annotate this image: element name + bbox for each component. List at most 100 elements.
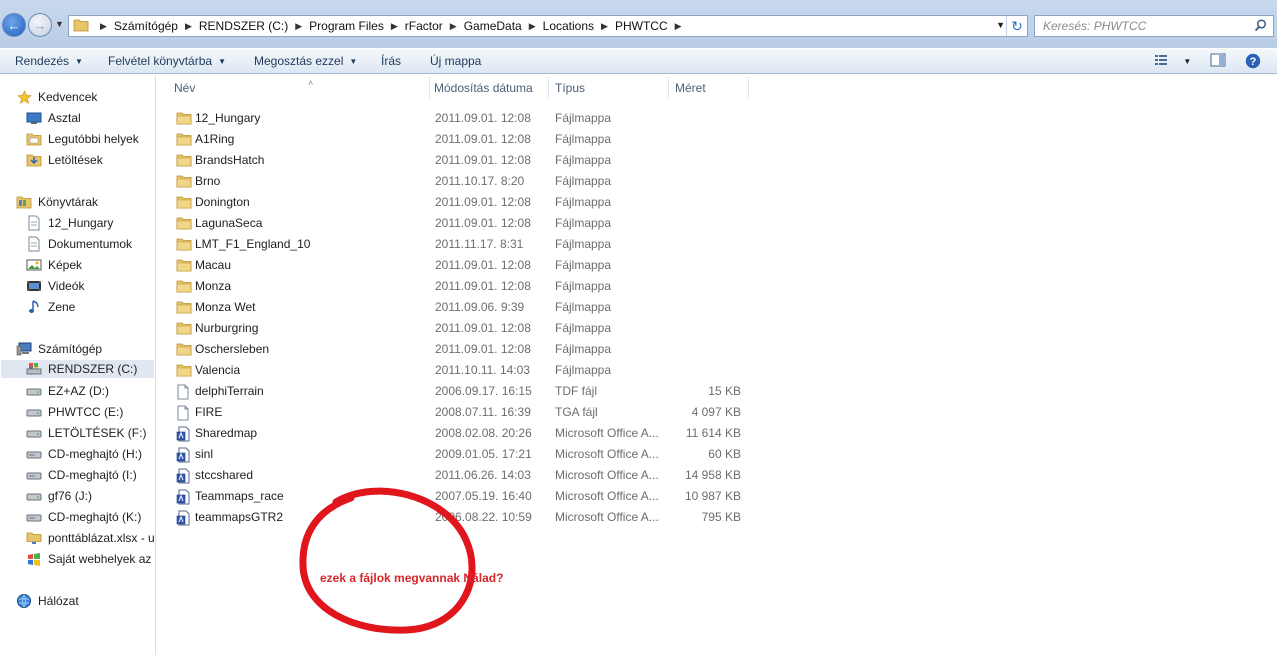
sidebar-item-label: LETÖLTÉSEK (F:) [48,426,147,440]
address-bar[interactable]: ▶ Számítógép ▶ RENDSZER (C:) ▶ Program F… [68,15,1028,37]
file-date: 2011.09.06. 9:39 [435,300,525,314]
file-name: A1Ring [195,132,235,146]
sidebar-item-drive-k[interactable]: CD-meghajtó (K:) [26,508,141,526]
column-divider[interactable] [548,77,549,99]
breadcrumb-item[interactable]: RENDSZER (C:) [199,19,288,33]
file-row[interactable]: FIRE 2008.07.11. 16:39 TGA fájl 4 097 KB [174,402,749,423]
file-row[interactable]: Nurburgring 2011.09.01. 12:08 Fájlmappa [174,318,749,339]
file-row[interactable]: delphiTerrain 2006.09.17. 16:15 TDF fájl 15… [174,381,749,402]
file-name: Sharedmap [195,426,258,440]
column-divider[interactable] [748,77,749,99]
help-icon: ? [1245,53,1261,72]
refresh-button[interactable]: ↻ [1006,16,1027,36]
burn-button[interactable]: Írás [381,54,401,68]
sidebar-item-label: Kedvencek [38,90,98,104]
file-row[interactable]: stccshared 2011.06.26. 14:03 Microsoft Off… [174,465,749,486]
sidebar-libraries[interactable]: Könyvtárak [16,193,98,211]
file-row[interactable]: Valencia 2011.10.11. 14:03 Fájlmappa [174,360,749,381]
file-row[interactable]: Teammaps_race 2007.05.19. 16:40 Microsoft … [174,486,749,507]
file-row[interactable]: Oschersleben 2011.09.01. 12:08 Fájlmappa [174,339,749,360]
file-row[interactable]: Monza 2011.09.01. 12:08 Fájlmappa [174,276,749,297]
file-row[interactable]: LagunaSeca 2011.09.01. 12:08 Fájlmappa [174,213,749,234]
file-type: Fájlmappa [555,237,612,251]
sidebar-favorites[interactable]: Kedvencek [16,88,97,106]
sidebar-item-videos[interactable]: Videók [26,277,84,295]
sidebar-item-drive-d[interactable]: EZ+AZ (D:) [26,382,109,400]
sidebar-item-downloads[interactable]: Letöltések [26,151,103,169]
view-options-button[interactable]: ▼ [1154,53,1191,70]
sidebar-item-drive-h[interactable]: CD-meghajtó (H:) [26,445,142,463]
cd-drive-icon [26,509,42,525]
chevron-right-icon[interactable]: ▶ [450,21,457,32]
breadcrumb-item[interactable]: rFactor [405,19,443,33]
sidebar-item-music[interactable]: Zene [26,298,75,316]
file-row[interactable]: 12_Hungary 2011.09.01. 12:08 Fájlmappa [174,108,749,129]
sidebar-item-12-hungary[interactable]: 12_Hungary [26,214,113,232]
chevron-right-icon[interactable]: ▶ [529,21,536,32]
chevron-right-icon[interactable]: ▶ [185,21,192,32]
arrow-right-icon: → [33,17,47,33]
breadcrumb-item[interactable]: Számítógép [114,19,178,33]
sidebar-item-drive-j[interactable]: gf76 (J:) [26,487,92,505]
breadcrumb-item[interactable]: Program Files [309,19,384,33]
folder-icon [176,216,192,233]
sidebar-item-label: CD-meghajtó (H:) [48,447,143,461]
search-icon[interactable] [1254,19,1267,35]
help-button[interactable]: ? [1245,53,1261,72]
sidebar-item-drive-c[interactable]: RENDSZER (C:) [1,360,154,378]
chevron-right-icon[interactable]: ▶ [675,21,682,32]
sidebar-item-drive-i[interactable]: CD-meghajtó (I:) [26,466,137,484]
file-size: 11 614 KB [685,426,741,440]
chevron-right-icon[interactable]: ▶ [601,21,608,32]
sidebar-item-desktop[interactable]: Asztal [26,109,81,127]
chevron-right-icon[interactable]: ▶ [100,21,107,32]
sidebar-item-drive-e[interactable]: PHWTCC (E:) [26,403,123,421]
column-divider[interactable] [668,77,669,99]
chevron-right-icon[interactable]: ▶ [295,21,302,32]
column-header-name[interactable]: Név ˄ [170,78,430,99]
file-row[interactable]: teammapsGTR2 2006.08.22. 10:59 Microsoft O… [174,507,749,528]
include-in-library-menu[interactable]: Felvétel könyvtárba ▼ [108,54,226,68]
sidebar-item-documents[interactable]: Dokumentumok [26,235,132,253]
folder-icon [176,363,192,380]
column-header-size[interactable]: Méret [671,81,749,99]
search-placeholder[interactable]: Keresés: PHWTCC [1043,19,1146,33]
folder-icon [73,18,89,35]
file-type: TDF fájl [555,384,597,398]
file-row[interactable]: LMT_F1_England_10 2011.11.17. 8:31 Fájlmap… [174,234,749,255]
sidebar-item-pictures[interactable]: Képek [26,256,82,274]
forward-button[interactable]: → [28,13,52,37]
sidebar-item-drive-f[interactable]: LETÖLTÉSEK (F:) [26,424,146,442]
breadcrumb-item[interactable]: PHWTCC [615,19,668,33]
breadcrumb-item[interactable]: Locations [543,19,594,33]
sidebar-network[interactable]: Hálózat [16,592,79,610]
sidebar-item-recent-places[interactable]: Legutóbbi helyek [26,130,139,148]
recent-pages-dropdown[interactable]: ▼ [55,19,64,29]
file-name: Donington [195,195,250,209]
chevron-right-icon[interactable]: ▶ [391,21,398,32]
sidebar-computer[interactable]: Számítógép [16,340,102,358]
file-type: Microsoft Office A... [555,510,659,524]
file-row[interactable]: Macau 2011.09.01. 12:08 Fájlmappa [174,255,749,276]
sidebar-item-web-sites[interactable]: Saját webhelyek az M [26,550,155,568]
file-row[interactable]: Brno 2011.10.17. 8:20 Fájlmappa [174,171,749,192]
back-button[interactable]: ← [2,13,26,37]
organize-menu[interactable]: Rendezés ▼ [15,54,83,68]
preview-pane-button[interactable] [1210,53,1226,70]
file-row[interactable]: Sharedmap 2008.02.08. 20:26 Microsoft Offi… [174,423,749,444]
file-size: 795 KB [701,510,741,524]
file-name: LMT_F1_England_10 [195,237,311,251]
file-row[interactable]: sinl 2009.01.05. 17:21 Microsoft Office A.… [174,444,749,465]
breadcrumb-item[interactable]: GameData [464,19,522,33]
chevron-down-icon[interactable]: ▼ [996,20,1005,30]
share-with-menu[interactable]: Megosztás ezzel ▼ [254,54,357,68]
file-row[interactable]: Donington 2011.09.01. 12:08 Fájlmappa [174,192,749,213]
column-header-type[interactable]: Típus [551,81,669,99]
sidebar-item-ponttablazat[interactable]: ponttáblázat.xlsx - u [26,529,155,547]
search-box[interactable]: Keresés: PHWTCC [1034,15,1274,37]
file-row[interactable]: Monza Wet 2011.09.06. 9:39 Fájlmappa [174,297,749,318]
file-row[interactable]: A1Ring 2011.09.01. 12:08 Fájlmappa [174,129,749,150]
column-header-date[interactable]: Módosítás dátuma [430,81,548,99]
new-folder-button[interactable]: Új mappa [430,54,481,68]
file-row[interactable]: BrandsHatch 2011.09.01. 12:08 Fájlmappa [174,150,749,171]
